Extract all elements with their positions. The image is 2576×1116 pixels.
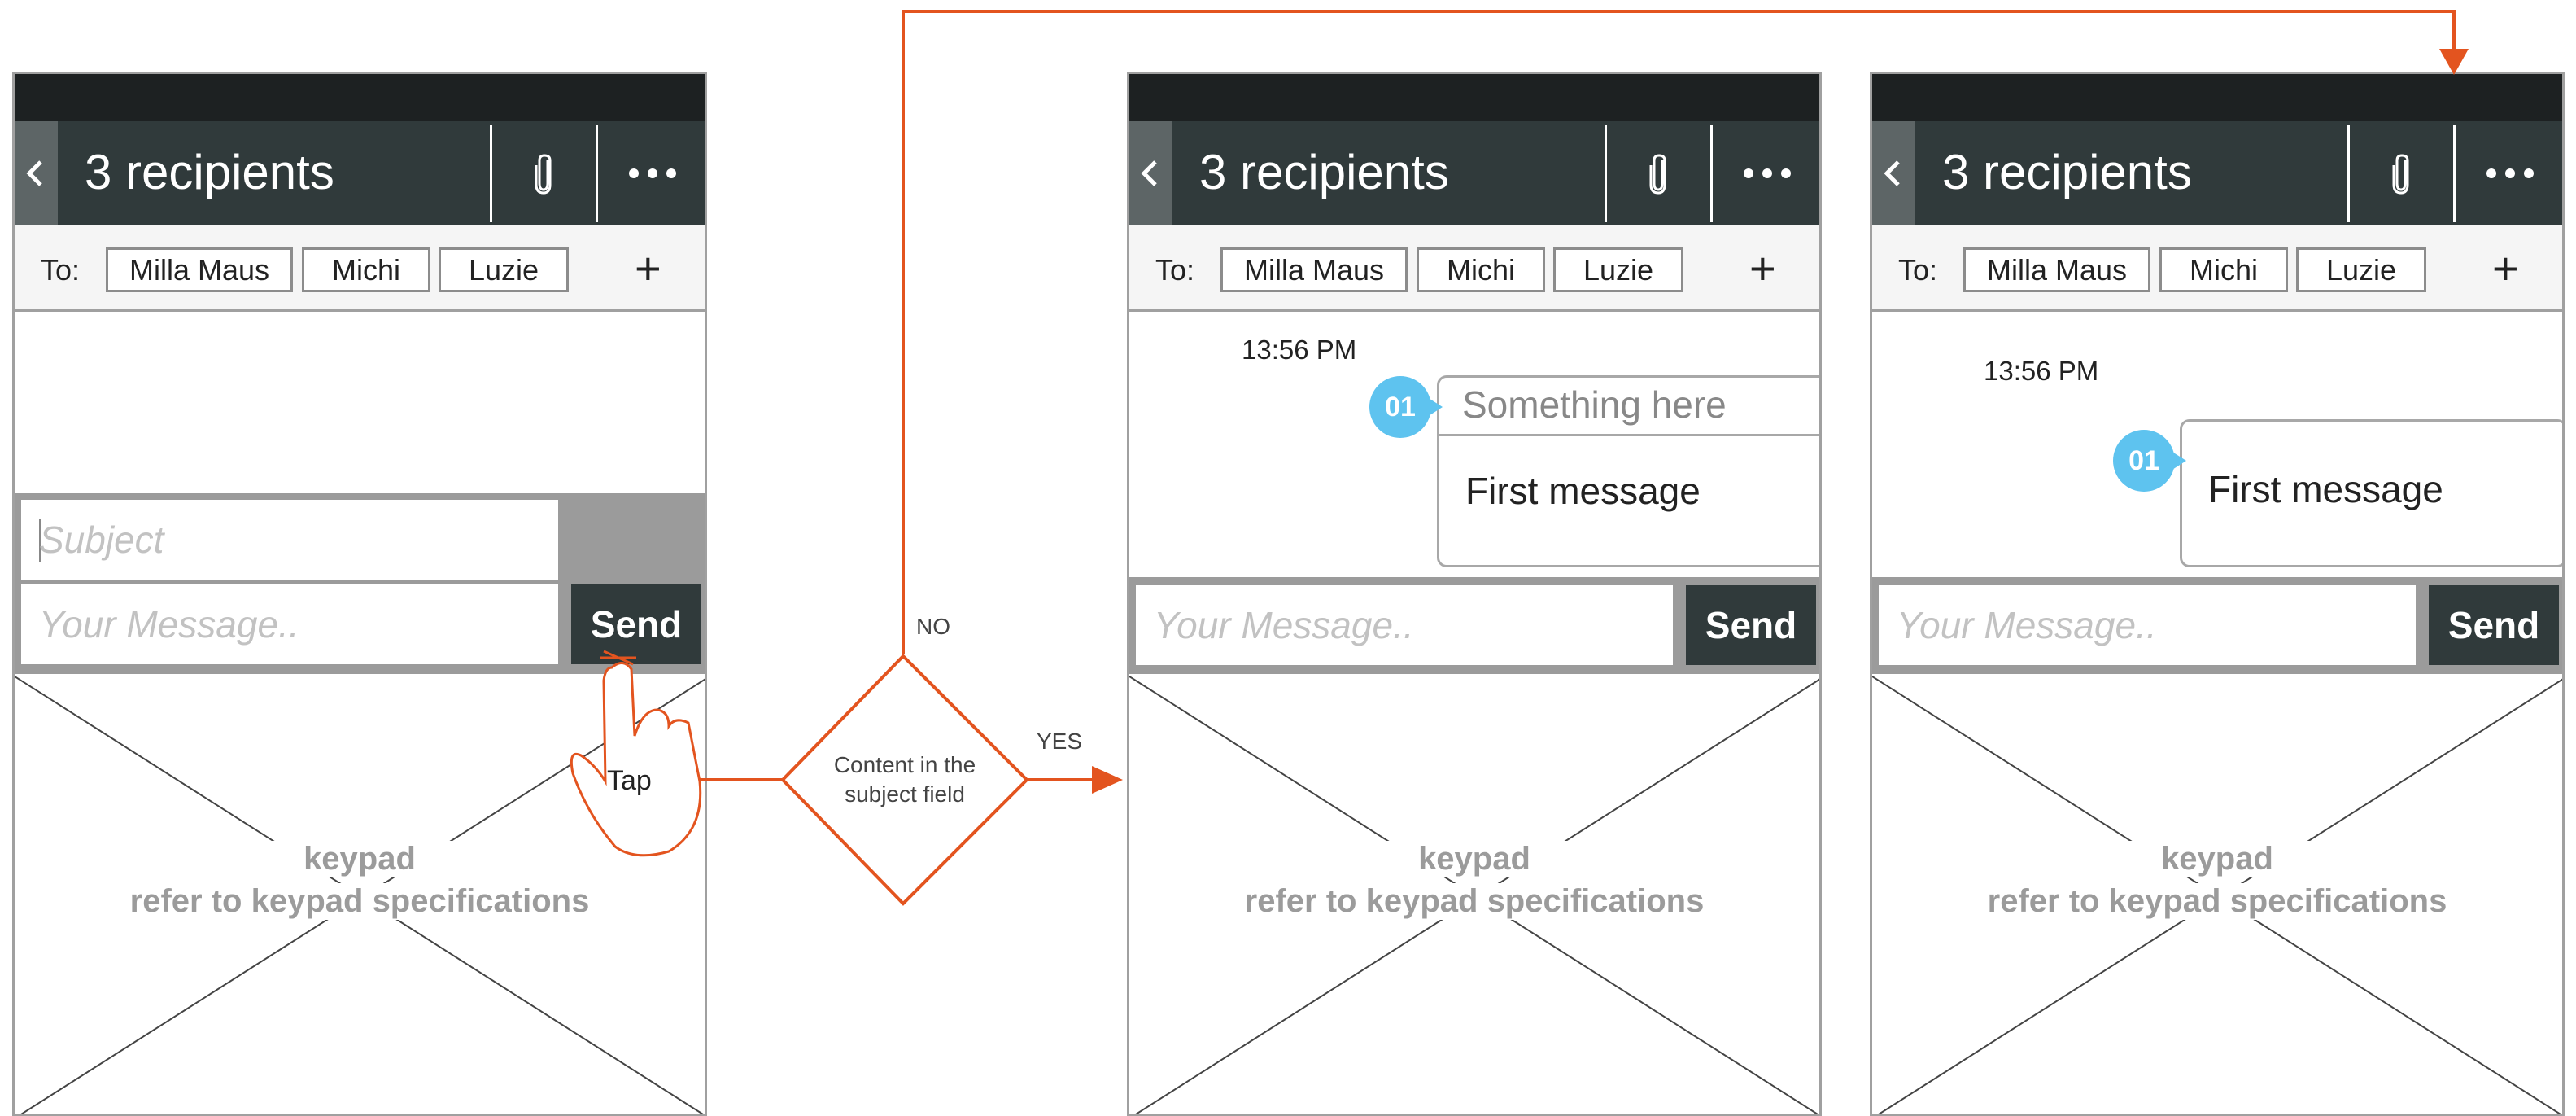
send-button[interactable]: Send (2429, 585, 2559, 665)
attach-button[interactable] (490, 125, 598, 222)
recipients-bar: To: Milla Maus Michi Luzie + (15, 225, 705, 312)
subject-placeholder: Subject (39, 519, 164, 561)
more-options-button[interactable] (2456, 121, 2562, 225)
compose-screen: 3 recipients To: Milla Maus Michi Luzie … (12, 72, 707, 1116)
message-input[interactable]: Your Message.. (1136, 585, 1673, 665)
paperclip-icon (535, 154, 552, 195)
message-placeholder: Your Message.. (39, 603, 299, 646)
send-button[interactable]: Send (571, 584, 701, 664)
title-bar: 3 recipients (15, 121, 705, 225)
recipient-chip[interactable]: Luzie (439, 247, 569, 292)
status-bar (15, 74, 705, 121)
attach-button[interactable] (1605, 125, 1713, 222)
bubble-subject: Something here (1439, 378, 1819, 436)
decision-label-line2: subject field (845, 781, 965, 807)
message-timestamp: 13:56 PM (1984, 356, 2099, 386)
subject-input[interactable]: Subject (21, 500, 558, 580)
message-placeholder: Your Message.. (1897, 604, 2157, 646)
send-button[interactable]: Send (1686, 585, 1816, 665)
keypad-note: refer to keypad specifications (15, 883, 705, 920)
title-bar: 3 recipients (1129, 121, 1819, 225)
annotation-badge: 01 (2113, 430, 2186, 492)
bubble-message: First message (2208, 468, 2443, 510)
more-horizontal-icon (1744, 168, 1791, 178)
screen-title: 3 recipients (85, 145, 334, 199)
message-bubble[interactable]: Something here First message (1437, 375, 1819, 567)
message-input[interactable]: Your Message.. (1879, 585, 2416, 665)
keypad-note: refer to keypad specifications (1872, 883, 2562, 920)
more-options-button[interactable] (598, 121, 705, 225)
status-bar (1129, 74, 1819, 121)
to-label: To: (41, 253, 81, 287)
add-recipient-button[interactable]: + (1749, 242, 1776, 295)
chevron-left-icon (1141, 160, 1157, 186)
message-timestamp: 13:56 PM (1242, 335, 1357, 365)
keypad-title: keypad (1872, 841, 2562, 877)
decision-label-line1: Content in the (833, 752, 976, 777)
status-bar (1872, 74, 2562, 121)
compose-input-area: Your Message.. Send (1872, 577, 2562, 674)
keypad-title: keypad (15, 841, 705, 877)
back-button[interactable] (1129, 121, 1172, 225)
screen-title: 3 recipients (1942, 145, 2192, 199)
bubble-message: First message (1465, 470, 1701, 512)
more-horizontal-icon (629, 168, 676, 178)
compose-input-area: Subject Your Message.. Send (15, 493, 705, 674)
keypad-note: refer to keypad specifications (1129, 883, 1819, 920)
message-input[interactable]: Your Message.. (21, 584, 558, 664)
add-recipient-button[interactable]: + (2492, 242, 2519, 295)
decision-label: Content in the subject field (823, 751, 986, 809)
annotation-badge: 01 (1369, 376, 1443, 438)
keypad-title: keypad (1129, 841, 1819, 877)
badge-number: 01 (2128, 445, 2159, 476)
sent-with-subject-screen: 3 recipients To: Milla Maus Michi Luzie … (1127, 72, 1822, 1116)
yes-branch-arrowhead (1092, 766, 1123, 794)
to-label: To: (1155, 253, 1195, 287)
recipients-bar: To: Milla Maus Michi Luzie + (1129, 225, 1819, 312)
yes-branch-label: YES (1037, 729, 1083, 754)
recipient-chip[interactable]: Michi (1417, 247, 1545, 292)
back-button[interactable] (15, 121, 58, 225)
tap-label: Tap (607, 765, 652, 796)
more-horizontal-icon (2486, 168, 2534, 178)
keypad-placeholder: keypad refer to keypad specifications (1872, 676, 2562, 1114)
more-options-button[interactable] (1713, 121, 1819, 225)
title-bar: 3 recipients (1872, 121, 2562, 225)
message-bubble[interactable]: First message (2180, 419, 2562, 567)
add-recipient-button[interactable]: + (635, 242, 661, 295)
paperclip-icon (2392, 154, 2409, 195)
chevron-left-icon (1884, 160, 1900, 186)
screen-title: 3 recipients (1199, 145, 1449, 199)
no-branch-label: NO (916, 614, 950, 639)
attach-button[interactable] (2347, 125, 2456, 222)
to-label: To: (1898, 253, 1938, 287)
recipient-chip[interactable]: Luzie (2296, 247, 2426, 292)
chevron-left-icon (26, 160, 42, 186)
recipients-bar: To: Milla Maus Michi Luzie + (1872, 225, 2562, 312)
recipient-chip[interactable]: Michi (302, 247, 430, 292)
recipient-chip[interactable]: Milla Maus (1220, 247, 1408, 292)
recipient-chip[interactable]: Michi (2159, 247, 2288, 292)
keypad-placeholder: keypad refer to keypad specifications (1129, 676, 1819, 1114)
sent-without-subject-screen: 3 recipients To: Milla Maus Michi Luzie … (1870, 72, 2565, 1116)
keypad-placeholder: keypad refer to keypad specifications (15, 676, 705, 1114)
back-button[interactable] (1872, 121, 1915, 225)
paperclip-icon (1649, 154, 1666, 195)
recipient-chip[interactable]: Luzie (1553, 247, 1683, 292)
recipient-chip[interactable]: Milla Maus (106, 247, 293, 292)
message-placeholder: Your Message.. (1154, 604, 1414, 646)
recipient-chip[interactable]: Milla Maus (1963, 247, 2150, 292)
compose-input-area: Your Message.. Send (1129, 577, 1819, 674)
badge-number: 01 (1385, 392, 1416, 422)
